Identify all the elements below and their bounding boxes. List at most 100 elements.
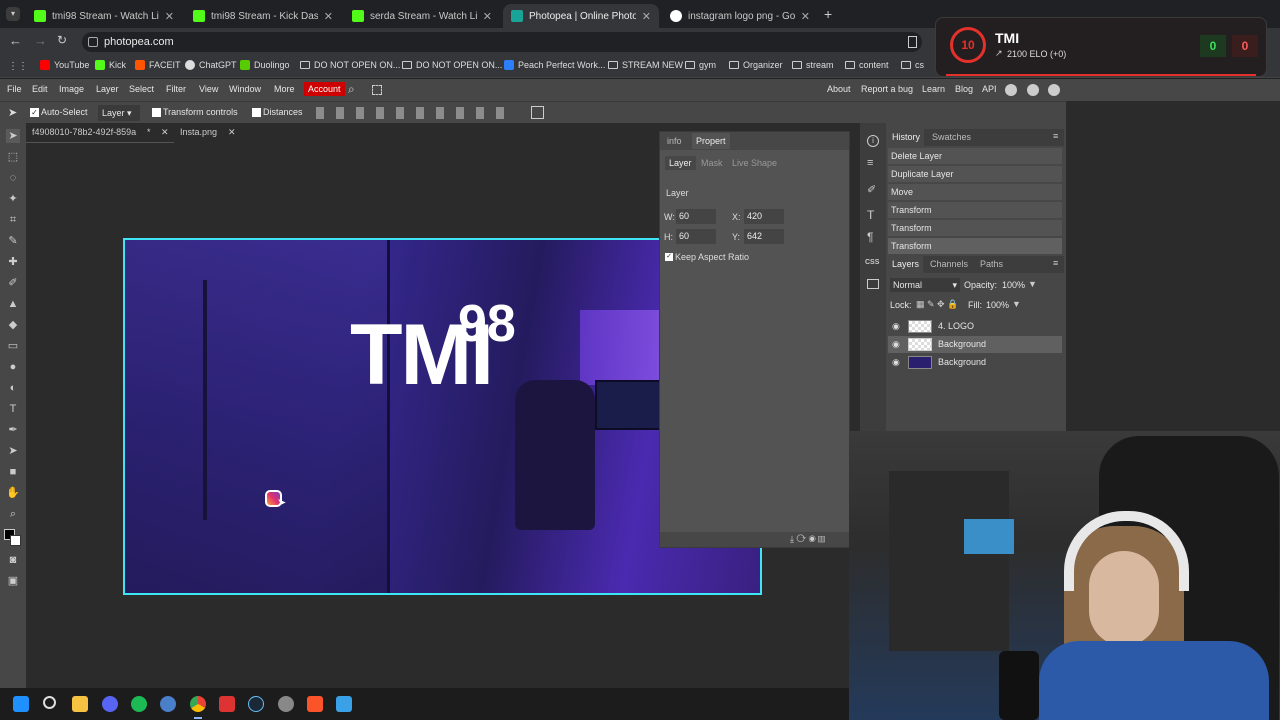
tab-search-button[interactable]: ▾ bbox=[6, 7, 20, 21]
site-info-icon[interactable] bbox=[88, 37, 98, 47]
app-icon[interactable] bbox=[160, 696, 176, 712]
height-input[interactable]: 60 bbox=[676, 229, 716, 244]
layer-select[interactable]: Layer ▾ bbox=[98, 105, 140, 121]
shield-icon[interactable] bbox=[219, 696, 235, 712]
browser-tab[interactable]: tmi98 Stream - Watch Live on K✕ bbox=[26, 4, 182, 28]
discord-icon[interactable] bbox=[102, 696, 118, 712]
y-input[interactable]: 642 bbox=[744, 229, 784, 244]
brush-tool-icon[interactable]: ✐ bbox=[6, 276, 20, 290]
tab-channels[interactable]: Channels bbox=[930, 259, 968, 269]
pen-tool-icon[interactable]: ✒ bbox=[6, 423, 20, 437]
menu-window[interactable]: Window bbox=[229, 84, 261, 94]
eraser-tool-icon[interactable]: ◆ bbox=[6, 318, 20, 332]
app-icon[interactable] bbox=[336, 696, 352, 712]
fullscreen-icon[interactable] bbox=[372, 85, 382, 95]
history-item[interactable]: Move bbox=[888, 184, 1062, 201]
move-tool-icon[interactable]: ➤ bbox=[8, 106, 17, 119]
fill-value[interactable]: 100% bbox=[986, 300, 1009, 310]
facebook-icon[interactable] bbox=[1048, 84, 1060, 96]
zoom-tool-icon[interactable]: ⌕ bbox=[6, 507, 20, 521]
type-tool-icon[interactable]: T bbox=[6, 402, 20, 416]
twitter-icon[interactable] bbox=[1027, 84, 1039, 96]
forward-icon[interactable]: → bbox=[34, 33, 47, 48]
quick-mask-icon[interactable]: ◙ bbox=[6, 553, 20, 567]
url-input[interactable]: photopea.com bbox=[82, 32, 922, 52]
link-learn[interactable]: Learn bbox=[922, 84, 945, 94]
menu-edit[interactable]: Edit bbox=[32, 84, 48, 94]
subtab-layer[interactable]: Layer bbox=[665, 156, 696, 170]
keep-aspect-checkbox[interactable]: ✓ bbox=[665, 253, 673, 261]
auto-select-checkbox[interactable]: ✓ bbox=[30, 108, 39, 117]
browser-tab[interactable]: serda Stream - Watch Live on K✕ bbox=[344, 4, 500, 28]
account-button[interactable]: Account bbox=[304, 82, 345, 96]
shape-tool-icon[interactable]: ■ bbox=[6, 465, 20, 479]
browser-tab[interactable]: tmi98 Stream - Kick Dashboard✕ bbox=[185, 4, 341, 28]
link-report-bug[interactable]: Report a bug bbox=[861, 84, 913, 94]
new-tab-button[interactable]: + bbox=[824, 6, 832, 22]
blur-tool-icon[interactable]: ● bbox=[6, 360, 20, 374]
search-icon[interactable] bbox=[43, 696, 56, 709]
chrome-icon[interactable] bbox=[190, 696, 206, 712]
menu-layer[interactable]: Layer bbox=[96, 84, 119, 94]
background-color-swatch[interactable] bbox=[10, 535, 21, 546]
bookmark-folder[interactable]: DO NOT OPEN ON... bbox=[402, 60, 502, 70]
eye-icon[interactable]: ◉ bbox=[892, 318, 900, 335]
lasso-tool-icon[interactable]: ◌ bbox=[6, 171, 20, 185]
adjustments-icon[interactable]: ≡ bbox=[867, 157, 873, 169]
lock-icons[interactable]: ▦ ✎ ✥ 🔒 bbox=[916, 299, 958, 310]
subtab-live-shape[interactable]: Live Shape bbox=[732, 158, 777, 168]
menu-select[interactable]: Select bbox=[129, 84, 154, 94]
history-item[interactable]: Transform bbox=[888, 202, 1062, 219]
history-item[interactable]: Duplicate Layer bbox=[888, 166, 1062, 183]
bookmark-folder[interactable]: Organizer bbox=[729, 60, 783, 70]
close-tab-icon[interactable]: ✕ bbox=[483, 10, 492, 23]
back-icon[interactable]: ← bbox=[9, 33, 22, 48]
marquee-tool-icon[interactable]: ⬚ bbox=[6, 150, 20, 164]
brave-icon[interactable] bbox=[307, 696, 323, 712]
tab-history[interactable]: History bbox=[888, 129, 925, 146]
close-tab-icon[interactable]: ✕ bbox=[642, 10, 651, 23]
history-item-current[interactable]: Transform bbox=[888, 238, 1062, 255]
menu-view[interactable]: View bbox=[199, 84, 218, 94]
search-icon[interactable]: ⌕ bbox=[348, 82, 355, 97]
bookmark-duolingo[interactable]: Duolingo bbox=[240, 60, 290, 70]
menu-filter[interactable]: Filter bbox=[166, 84, 186, 94]
link-about[interactable]: About bbox=[827, 84, 851, 94]
character-icon[interactable]: T bbox=[867, 208, 874, 222]
align-tools-icon[interactable] bbox=[316, 107, 516, 119]
browser-tab-active[interactable]: Photopea | Online Photo Editor✕ bbox=[503, 4, 659, 28]
bookmark-chatgpt[interactable]: ChatGPT bbox=[185, 60, 237, 70]
eye-icon[interactable]: ◉ bbox=[892, 336, 900, 353]
close-tab-icon[interactable]: ✕ bbox=[324, 10, 333, 23]
menu-more[interactable]: More bbox=[274, 84, 295, 94]
chevron-down-icon[interactable]: ▼ bbox=[1028, 279, 1037, 289]
info-icon[interactable]: i bbox=[867, 135, 879, 147]
link-blog[interactable]: Blog bbox=[955, 84, 973, 94]
blend-mode-select[interactable]: Normal ▾ bbox=[890, 278, 960, 292]
css-icon[interactable]: CSS bbox=[865, 259, 879, 266]
close-document-icon[interactable]: ✕ bbox=[161, 127, 169, 138]
history-item[interactable]: Transform bbox=[888, 220, 1062, 237]
chevron-down-icon[interactable]: ▼ bbox=[1012, 299, 1021, 309]
close-document-icon[interactable]: ✕ bbox=[228, 127, 236, 138]
bookmark-folder[interactable]: gym bbox=[685, 60, 716, 70]
tab-paths[interactable]: Paths bbox=[980, 259, 1003, 269]
bookmark-folder[interactable]: stream bbox=[792, 60, 834, 70]
close-tab-icon[interactable]: ✕ bbox=[165, 10, 174, 23]
bookmark-kick[interactable]: Kick bbox=[95, 60, 126, 70]
bookmark-folder[interactable]: content bbox=[845, 60, 889, 70]
gradient-tool-icon[interactable]: ▭ bbox=[6, 339, 20, 353]
subtab-mask[interactable]: Mask bbox=[701, 158, 723, 168]
grid-icon[interactable] bbox=[531, 106, 544, 119]
move-tool-icon[interactable]: ➤ bbox=[6, 129, 20, 143]
magic-wand-icon[interactable]: ✦ bbox=[6, 192, 20, 206]
dodge-tool-icon[interactable]: ◐ bbox=[6, 381, 20, 395]
spotify-icon[interactable] bbox=[131, 696, 147, 712]
eye-icon[interactable]: ◉ bbox=[892, 354, 900, 371]
menu-image[interactable]: Image bbox=[59, 84, 84, 94]
healing-tool-icon[interactable]: ✚ bbox=[6, 255, 20, 269]
tab-swatches[interactable]: Swatches bbox=[932, 132, 971, 142]
menu-file[interactable]: File bbox=[7, 84, 22, 94]
steam-icon[interactable] bbox=[248, 696, 264, 712]
hand-tool-icon[interactable]: ✋ bbox=[6, 486, 20, 500]
